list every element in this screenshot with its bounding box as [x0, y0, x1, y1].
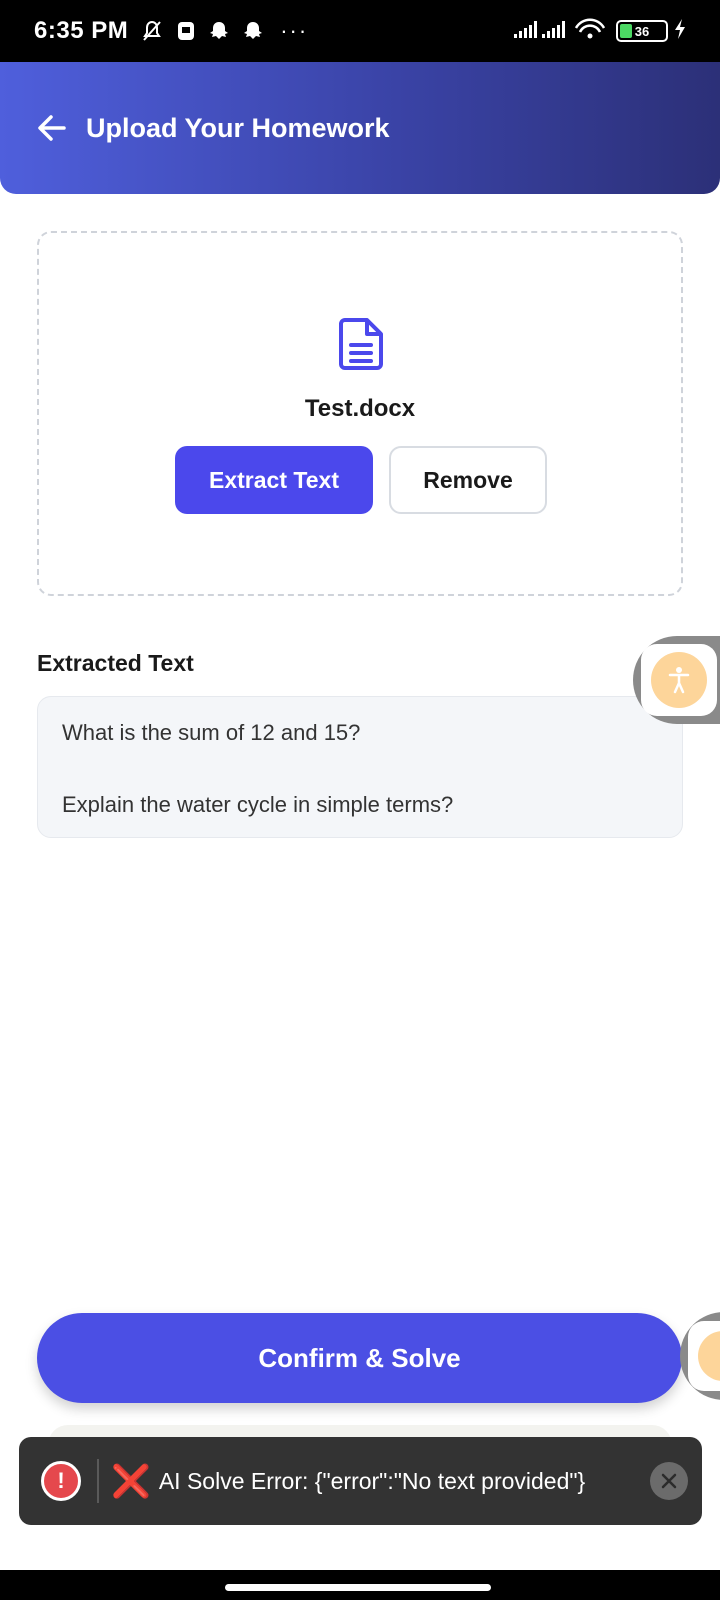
battery-level: 36: [634, 23, 650, 39]
accessibility-floating-button[interactable]: [633, 636, 720, 724]
more-notifications-icon: ···: [280, 18, 309, 43]
snapchat-icon-2: [242, 20, 264, 42]
close-toast-button[interactable]: [650, 1462, 688, 1500]
extracted-text-box[interactable]: What is the sum of 12 and 15? Explain th…: [37, 696, 683, 838]
accessibility-icon: [651, 652, 707, 708]
upload-dropzone[interactable]: Test.docx Extract Text Remove: [37, 231, 683, 596]
file-name: Test.docx: [304, 395, 416, 422]
page-title: Upload Your Homework: [86, 112, 390, 143]
status-notification-icons: ···: [140, 18, 308, 44]
extract-text-button[interactable]: Extract Text: [175, 446, 373, 514]
alert-icon: !: [41, 1461, 81, 1501]
bell-off-icon: [140, 19, 164, 43]
toast-message: AI Solve Error: {"error":"No text provid…: [158, 1467, 586, 1494]
signal-icon: [514, 18, 610, 45]
battery-icon: 36: [616, 20, 668, 42]
app-notification-icon: [176, 20, 196, 42]
extracted-text-line: Explain the water cycle in simple terms?: [62, 792, 454, 817]
status-time: 6:35 PM: [34, 17, 129, 44]
home-gesture-handle[interactable]: [225, 1584, 491, 1591]
remove-file-button[interactable]: Remove: [389, 446, 547, 514]
app-header: Upload Your Homework: [0, 62, 720, 194]
status-system-icons: 36: [514, 18, 686, 45]
arrow-left-icon: [38, 115, 66, 141]
back-button[interactable]: [32, 108, 72, 148]
toast-divider: [97, 1459, 99, 1503]
extracted-text-line: What is the sum of 12 and 15?: [62, 720, 361, 745]
accessibility-icon: [698, 1331, 720, 1381]
error-toast: ! ❌ AI Solve Error: {"error":"No text pr…: [19, 1437, 702, 1525]
charging-icon: [674, 18, 686, 44]
cross-mark-icon: ❌: [111, 1463, 151, 1499]
document-icon: [339, 318, 383, 370]
system-nav-bar: [0, 1570, 720, 1600]
status-bar: 6:35 PM ··· 36: [0, 0, 720, 62]
accessibility-floating-button-2[interactable]: [680, 1312, 720, 1400]
snapchat-icon: [208, 20, 230, 42]
extracted-text-heading: Extracted Text: [37, 650, 194, 676]
confirm-solve-button[interactable]: Confirm & Solve: [37, 1313, 682, 1403]
close-icon: [661, 1473, 677, 1489]
